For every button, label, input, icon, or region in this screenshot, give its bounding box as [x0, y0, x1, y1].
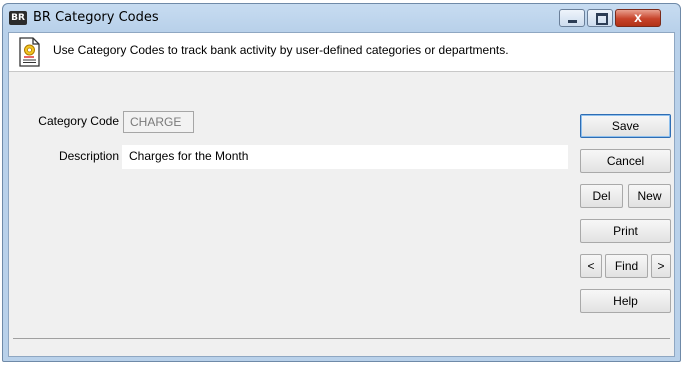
minimize-button[interactable]	[559, 9, 585, 27]
title-bar[interactable]: BR BR Category Codes x	[3, 4, 680, 30]
app-badge-icon: BR	[9, 11, 27, 25]
find-button[interactable]: Find	[605, 254, 648, 278]
cancel-button[interactable]: Cancel	[580, 149, 671, 173]
next-record-button[interactable]: >	[651, 254, 671, 278]
save-button[interactable]: Save	[580, 114, 671, 138]
description-input[interactable]: Charges for the Month	[122, 145, 568, 169]
category-code-field: CHARGE	[123, 111, 194, 133]
document-gear-icon	[19, 37, 40, 67]
info-text: Use Category Codes to track bank activit…	[53, 43, 509, 57]
app-window: BR BR Category Codes x Use Category Code…	[2, 3, 681, 362]
info-banner: Use Category Codes to track bank activit…	[9, 33, 674, 72]
category-code-label: Category Code	[38, 114, 119, 128]
maximize-icon	[596, 13, 608, 25]
previous-record-button[interactable]: <	[580, 254, 602, 278]
close-button[interactable]: x	[615, 9, 661, 27]
close-icon: x	[634, 9, 642, 25]
help-button[interactable]: Help	[580, 289, 671, 313]
print-button[interactable]: Print	[580, 219, 671, 243]
divider	[13, 338, 670, 339]
maximize-button[interactable]	[587, 9, 613, 27]
delete-button[interactable]: Del	[580, 184, 623, 208]
new-button[interactable]: New	[628, 184, 671, 208]
description-label: Description	[58, 149, 119, 163]
window-title: BR Category Codes	[33, 10, 159, 25]
minimize-icon	[568, 20, 577, 23]
dialog-body: Use Category Codes to track bank activit…	[8, 32, 675, 357]
